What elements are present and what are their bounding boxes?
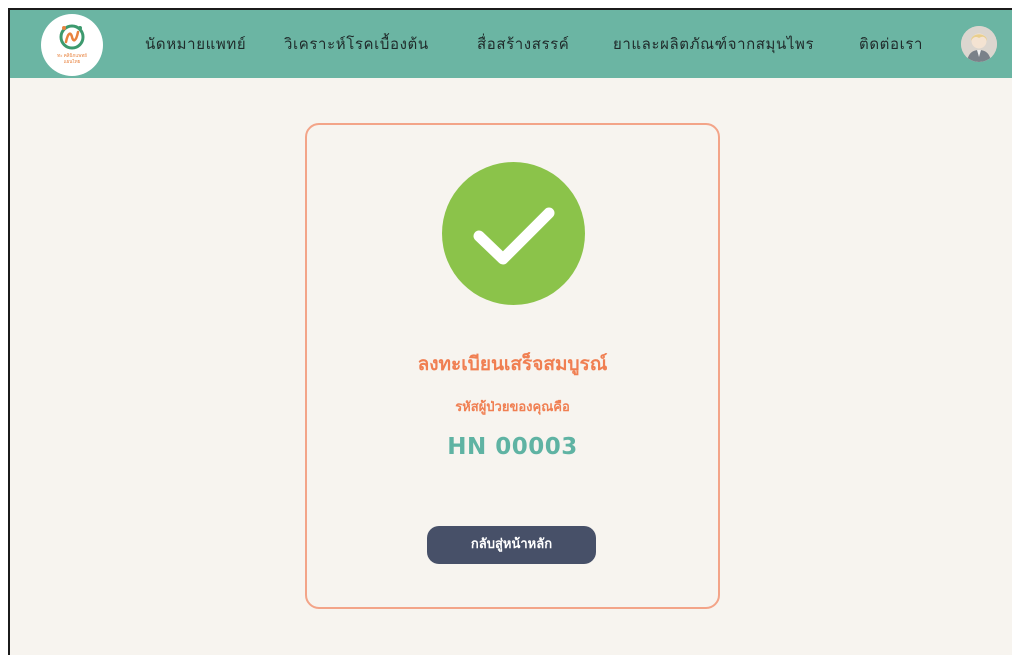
nav-contact[interactable]: ติดต่อเรา	[859, 35, 923, 53]
nav-herbal-products[interactable]: ยาและผลิตภัณฑ์จากสมุนไพร	[613, 35, 814, 53]
checkmark-icon	[473, 207, 555, 265]
nav-diagnosis[interactable]: วิเคราะห์โรคเบื้องต้น	[284, 35, 429, 53]
nav-creative-media[interactable]: สื่อสร้างสรรค์	[477, 35, 569, 53]
top-navbar: ทะ คลินิกแพทย์ แผนไทย นัดหมายแพทย์ วิเคร…	[10, 10, 1012, 78]
nav-appointment[interactable]: นัดหมายแพทย์	[145, 35, 246, 53]
logo-text-line-1: ทะ คลินิกแพทย์	[57, 52, 87, 58]
check-circle-icon	[442, 162, 585, 305]
clinic-logo[interactable]: ทะ คลินิกแพทย์ แผนไทย	[41, 14, 103, 76]
user-avatar[interactable]	[961, 26, 997, 62]
success-title: ลงทะเบียนเสร็จสมบูรณ์	[417, 353, 608, 375]
user-avatar-icon	[961, 26, 997, 62]
back-to-home-button[interactable]: กลับสู่หน้าหลัก	[427, 526, 596, 564]
clinic-logo-icon: ทะ คลินิกแพทย์ แผนไทย	[57, 24, 87, 64]
patient-code-label: รหัสผู้ป่วยของคุณคือ	[455, 400, 570, 415]
logo-text-line-2: แผนไทย	[64, 59, 81, 64]
app-window: ทะ คลินิกแพทย์ แผนไทย นัดหมายแพทย์ วิเคร…	[8, 8, 1012, 655]
patient-code-value: HN 00003	[447, 434, 578, 460]
registration-success-card: ลงทะเบียนเสร็จสมบูรณ์ รหัสผู้ป่วยของคุณค…	[305, 123, 720, 609]
